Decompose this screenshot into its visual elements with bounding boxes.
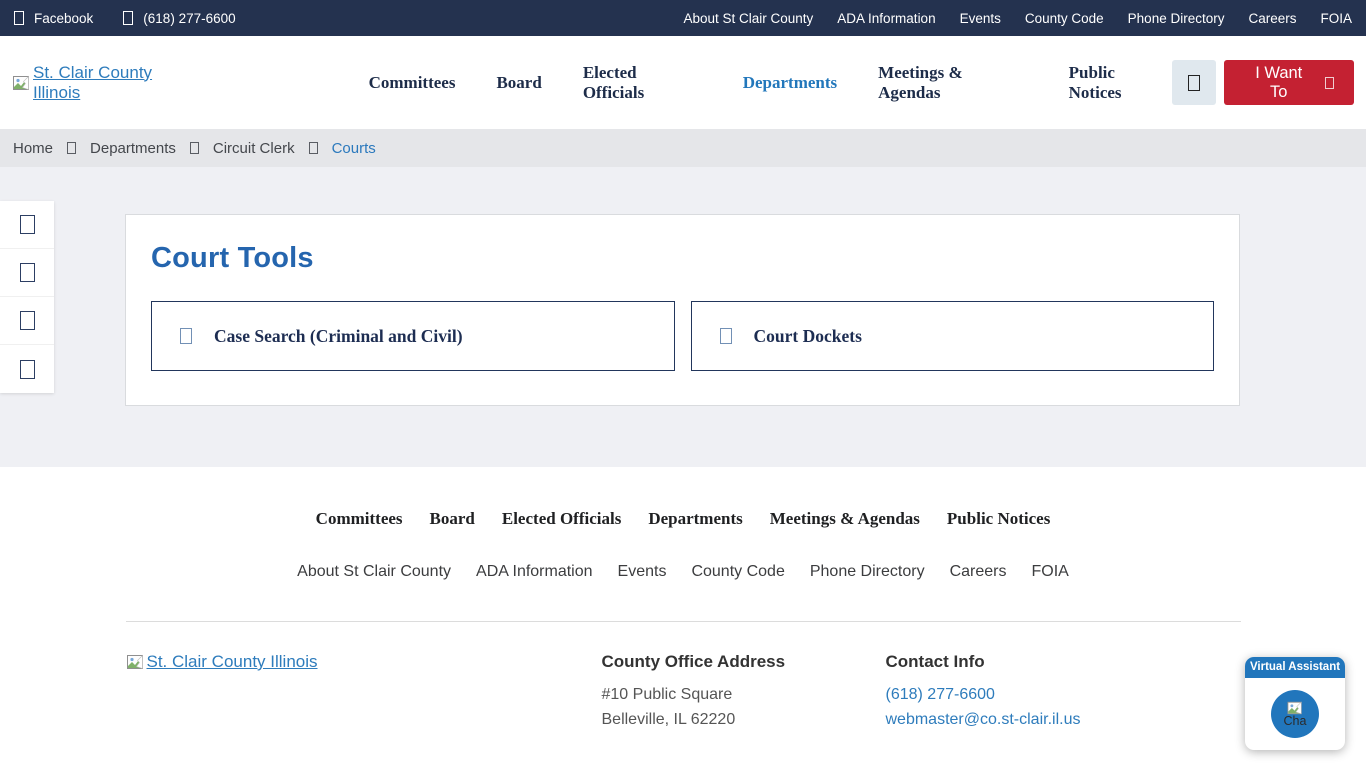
address-line-1: #10 Public Square (602, 683, 886, 708)
nav-committees[interactable]: Committees (369, 73, 456, 93)
share-icon (20, 215, 35, 234)
footer-link-ada[interactable]: ADA Information (476, 563, 593, 581)
chat-avatar[interactable]: Cha (1271, 690, 1319, 738)
i-want-to-label: I Want To (1244, 64, 1313, 102)
facebook-icon (14, 11, 24, 25)
tool-buttons-row: Case Search (Criminal and Civil) Court D… (151, 301, 1214, 371)
footer-link-phone-directory[interactable]: Phone Directory (810, 563, 925, 581)
breadcrumb-departments[interactable]: Departments (90, 140, 176, 157)
topbar-link-about[interactable]: About St Clair County (683, 11, 813, 26)
nav-meetings-agendas[interactable]: Meetings & Agendas (878, 63, 1028, 103)
footer-nav-public-notices[interactable]: Public Notices (947, 509, 1050, 529)
case-search-label: Case Search (Criminal and Civil) (214, 326, 463, 347)
phone-icon (123, 11, 133, 25)
case-search-button[interactable]: Case Search (Criminal and Civil) (151, 301, 675, 371)
topbar-link-phone-directory[interactable]: Phone Directory (1128, 11, 1225, 26)
breadcrumb-current-courts: Courts (332, 140, 376, 157)
virtual-assistant-body: Cha (1245, 678, 1345, 750)
topbar-link-careers[interactable]: Careers (1248, 11, 1296, 26)
footer-address-column: County Office Address #10 Public Square … (602, 652, 886, 733)
header-actions: I Want To (1172, 60, 1354, 105)
breadcrumb-circuit-clerk[interactable]: Circuit Clerk (213, 140, 295, 157)
breadcrumb: Home Departments Circuit Clerk Courts (0, 129, 1366, 167)
footer-divider (126, 621, 1241, 622)
share-button-2[interactable] (0, 249, 54, 297)
top-utility-bar: Facebook (618) 277-6600 About St Clair C… (0, 0, 1366, 36)
phone-label: (618) 277-6600 (143, 11, 235, 26)
topbar-link-ada[interactable]: ADA Information (837, 11, 935, 26)
footer-link-about[interactable]: About St Clair County (297, 563, 451, 581)
footer-link-county-code[interactable]: County Code (691, 563, 784, 581)
site-footer: Committees Board Elected Officials Depar… (0, 467, 1366, 733)
topbar-link-foia[interactable]: FOIA (1320, 11, 1352, 26)
share-button-4[interactable] (0, 345, 54, 393)
footer-nav-meetings-agendas[interactable]: Meetings & Agendas (770, 509, 920, 529)
broken-image-icon (12, 74, 31, 92)
social-share-strip (0, 201, 54, 393)
footer-nav-board[interactable]: Board (430, 509, 475, 529)
virtual-assistant-title: Virtual Assistant (1245, 657, 1345, 678)
contact-phone-link[interactable]: (618) 277-6600 (886, 683, 1081, 708)
footer-logo-link[interactable]: St. Clair County Illinois (126, 652, 318, 672)
case-search-icon (180, 328, 192, 344)
share-icon (20, 311, 35, 330)
address-line-2: Belleville, IL 62220 (602, 708, 886, 733)
search-button[interactable] (1172, 60, 1217, 105)
i-want-to-button[interactable]: I Want To (1224, 60, 1354, 105)
topbar-link-events[interactable]: Events (960, 11, 1001, 26)
footer-contact-column: Contact Info (618) 277-6600 webmaster@co… (886, 652, 1081, 733)
footer-bottom-row: St. Clair County Illinois County Office … (126, 652, 1241, 733)
breadcrumb-separator-icon (190, 142, 199, 154)
main-nav: Committees Board Elected Officials Depar… (369, 63, 1172, 103)
breadcrumb-separator-icon (309, 142, 318, 154)
contact-heading: Contact Info (886, 652, 1081, 672)
topbar-left-group: Facebook (618) 277-6600 (14, 11, 236, 26)
nav-elected-officials[interactable]: Elected Officials (583, 63, 702, 103)
court-dockets-label: Court Dockets (754, 326, 862, 347)
contact-email-link[interactable]: webmaster@co.st-clair.il.us (886, 708, 1081, 733)
footer-nav-primary: Committees Board Elected Officials Depar… (0, 509, 1366, 529)
footer-link-careers[interactable]: Careers (950, 563, 1007, 581)
footer-nav-secondary: About St Clair County ADA Information Ev… (0, 563, 1366, 581)
content-area: Court Tools Case Search (Criminal and Ci… (0, 167, 1366, 467)
nav-board[interactable]: Board (496, 73, 541, 93)
share-button-3[interactable] (0, 297, 54, 345)
breadcrumb-home[interactable]: Home (13, 140, 53, 157)
site-logo-text: St. Clair County Illinois (33, 63, 204, 103)
footer-logo-text: St. Clair County Illinois (147, 652, 318, 672)
footer-nav-committees[interactable]: Committees (316, 509, 403, 529)
search-icon (1188, 75, 1200, 91)
breadcrumb-separator-icon (67, 142, 76, 154)
share-icon (20, 360, 35, 379)
broken-image-icon (126, 653, 145, 671)
court-tools-card: Court Tools Case Search (Criminal and Ci… (125, 214, 1240, 406)
page-title: Court Tools (151, 242, 1239, 275)
share-button-1[interactable] (0, 201, 54, 249)
footer-link-events[interactable]: Events (618, 563, 667, 581)
site-header: St. Clair County Illinois Committees Boa… (0, 36, 1366, 129)
court-dockets-button[interactable]: Court Dockets (691, 301, 1215, 371)
virtual-assistant-widget[interactable]: Virtual Assistant Cha (1245, 657, 1345, 750)
footer-nav-departments[interactable]: Departments (648, 509, 742, 529)
footer-link-foia[interactable]: FOIA (1031, 563, 1068, 581)
facebook-label: Facebook (34, 11, 93, 26)
topbar-link-county-code[interactable]: County Code (1025, 11, 1104, 26)
share-icon (20, 263, 35, 282)
facebook-link[interactable]: Facebook (14, 11, 93, 26)
phone-link[interactable]: (618) 277-6600 (123, 11, 235, 26)
nav-public-notices[interactable]: Public Notices (1069, 63, 1172, 103)
nav-departments[interactable]: Departments (743, 73, 837, 93)
topbar-right-group: About St Clair County ADA Information Ev… (683, 11, 1352, 26)
address-heading: County Office Address (602, 652, 886, 672)
footer-nav-elected-officials[interactable]: Elected Officials (502, 509, 621, 529)
court-dockets-icon (720, 328, 732, 344)
caret-down-icon (1325, 77, 1334, 89)
footer-logo-column: St. Clair County Illinois (126, 652, 602, 733)
chat-avatar-alt-text: Cha (1284, 714, 1307, 728)
site-logo-link[interactable]: St. Clair County Illinois (12, 63, 204, 103)
